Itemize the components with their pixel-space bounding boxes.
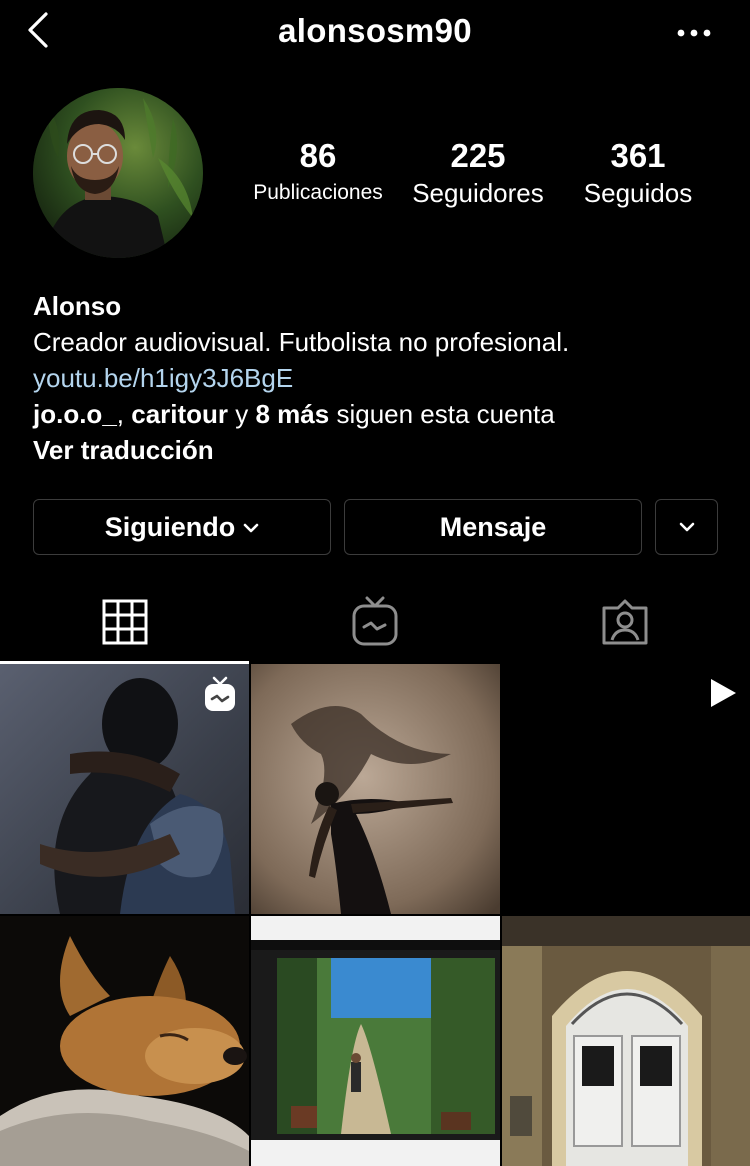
post-thumbnail[interactable] xyxy=(502,916,750,1166)
tab-tagged[interactable] xyxy=(500,580,750,664)
more-horizontal-icon xyxy=(677,29,711,37)
chevron-down-icon xyxy=(679,522,694,532)
bio-link[interactable]: youtu.be/h1igy3J6BgE xyxy=(33,360,733,396)
grid-icon xyxy=(102,599,148,645)
stat-followers[interactable]: 225 Seguidores xyxy=(402,136,554,210)
message-button[interactable]: Mensaje xyxy=(344,499,642,555)
photo-dog xyxy=(0,916,249,1166)
play-icon xyxy=(711,679,736,707)
post-thumbnail[interactable] xyxy=(502,664,750,914)
bio-text: Creador audiovisual. Futbolista no profe… xyxy=(33,327,570,357)
followed-by-user-1[interactable]: jo.o.o_ xyxy=(33,399,117,429)
stat-following-label: Seguidos xyxy=(583,178,693,208)
igtv-badge xyxy=(203,676,237,712)
profile-name: Alonso xyxy=(33,291,122,321)
suggested-accounts-button[interactable] xyxy=(655,499,718,555)
stat-following-value: 361 xyxy=(610,137,666,174)
stat-following[interactable]: 361 Seguidos xyxy=(566,136,710,210)
followed-by-connector: y xyxy=(228,399,256,429)
chevron-down-icon xyxy=(243,523,259,533)
profile-photo xyxy=(33,88,203,258)
stat-followers-value: 225 xyxy=(450,137,506,174)
followed-by-suffix: siguen esta cuenta xyxy=(329,399,555,429)
followed-by[interactable]: jo.o.o_, caritour y 8 más siguen esta cu… xyxy=(33,396,733,432)
stat-posts: 86 Publicaciones xyxy=(240,136,396,210)
followed-by-more[interactable]: 8 más xyxy=(256,399,330,429)
post-thumbnail[interactable] xyxy=(0,664,249,914)
top-bar: alonsosm90 xyxy=(0,0,750,66)
stat-posts-label: Publicaciones xyxy=(253,181,383,204)
tab-igtv[interactable] xyxy=(250,580,500,664)
igtv-icon xyxy=(352,596,398,646)
followed-by-user-2[interactable]: caritour xyxy=(131,399,228,429)
see-translation-link[interactable]: Ver traducción xyxy=(33,432,733,468)
post-thumbnail[interactable] xyxy=(251,664,500,914)
stat-followers-label: Seguidores xyxy=(412,178,544,208)
post-thumbnail[interactable] xyxy=(0,916,249,1166)
profile-avatar[interactable] xyxy=(33,88,203,258)
followed-by-separator: , xyxy=(116,399,132,429)
more-options-button[interactable] xyxy=(668,18,720,48)
following-button[interactable]: Siguiendo xyxy=(33,499,331,555)
profile-username: alonsosm90 xyxy=(278,12,472,49)
profile-tabs xyxy=(0,580,750,664)
video-badge xyxy=(707,676,739,710)
stat-posts-value: 86 xyxy=(299,137,337,174)
tab-grid[interactable] xyxy=(0,580,250,664)
following-button-label: Siguiendo xyxy=(104,511,236,542)
photo-garden-path xyxy=(251,916,500,1166)
message-button-label: Mensaje xyxy=(439,511,547,542)
profile-bio: Alonso Creador audiovisual. Futbolista n… xyxy=(33,288,733,468)
photo-dancer-shadow xyxy=(251,664,500,914)
tagged-icon xyxy=(602,599,648,645)
igtv-icon xyxy=(205,676,235,711)
posts-grid xyxy=(0,664,750,1166)
post-thumbnail[interactable] xyxy=(251,916,500,1166)
photo-arched-door xyxy=(502,916,750,1166)
